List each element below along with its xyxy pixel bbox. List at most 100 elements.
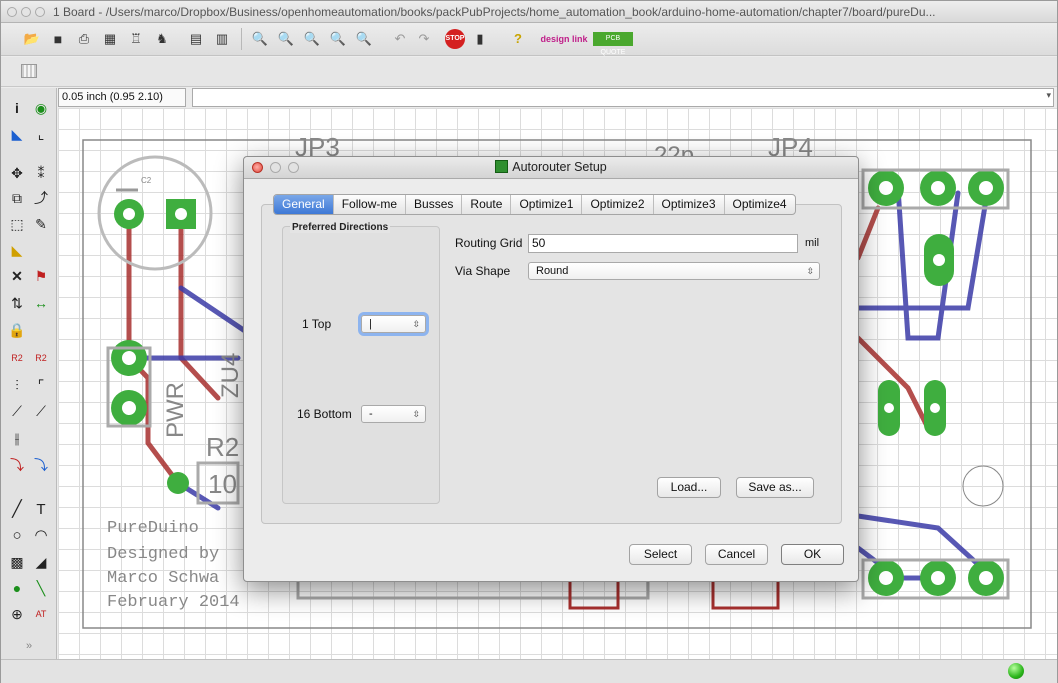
- layer-bottom-direction-select[interactable]: - ⇳: [361, 405, 426, 423]
- tab-optimize4[interactable]: Optimize4: [725, 195, 795, 214]
- change-icon[interactable]: ✎: [31, 214, 51, 234]
- script-icon[interactable]: ♞: [153, 30, 171, 48]
- lock-icon[interactable]: 🔒: [7, 320, 27, 340]
- layer-top-label: 1 Top: [302, 317, 332, 331]
- mark-icon[interactable]: ⌞: [31, 124, 51, 144]
- tab-optimize2[interactable]: Optimize2: [582, 195, 654, 214]
- copy-icon[interactable]: ⁑: [31, 163, 51, 183]
- select-button[interactable]: Select: [629, 544, 692, 565]
- pinswap-icon[interactable]: ⇅: [7, 293, 27, 313]
- routing-grid-label: Routing Grid: [455, 236, 523, 250]
- tab-optimize3[interactable]: Optimize3: [654, 195, 725, 214]
- run-icon[interactable]: ▤: [187, 30, 205, 48]
- stop-icon[interactable]: STOP: [445, 29, 465, 49]
- print-icon[interactable]: ⎙: [75, 30, 93, 48]
- zoom-in-icon[interactable]: 🔍: [277, 30, 295, 48]
- cancel-button[interactable]: Cancel: [705, 544, 768, 565]
- meander-icon[interactable]: ⟋: [31, 401, 51, 421]
- open-icon[interactable]: 📂: [23, 30, 41, 48]
- close-window-button[interactable]: [7, 6, 17, 17]
- dialog-title-bar: Autorouter Setup: [244, 157, 858, 179]
- label-pwr: PWR: [162, 382, 189, 438]
- via-shape-value: Round: [536, 265, 569, 277]
- signal-icon[interactable]: ╲: [31, 578, 51, 598]
- rect-icon[interactable]: ▩: [7, 552, 27, 572]
- grid-icon[interactable]: [21, 64, 37, 78]
- command-history-dropdown-icon[interactable]: ▾: [1046, 90, 1051, 101]
- display-icon[interactable]: ◣: [7, 124, 27, 144]
- autorouter-setup-dialog: Autorouter Setup General Follow-me Busse…: [243, 156, 859, 582]
- board-text-line2: Designed by: [107, 545, 219, 564]
- toolbar-separator: [241, 28, 242, 50]
- tab-busses[interactable]: Busses: [406, 195, 463, 214]
- optimize-icon[interactable]: ⟋: [7, 401, 27, 421]
- main-toolbar: 📂 ■ ⎙ ▦ ♖ ♞ ▤ ▥ 🔍 🔍 🔍 🔍 🔍 ↶ ↷ STOP ▮ ? d…: [1, 24, 1057, 56]
- layer-top-direction-value: |: [369, 318, 372, 330]
- go-icon[interactable]: ▮: [471, 30, 489, 48]
- value-icon[interactable]: R2: [31, 348, 51, 368]
- layer-bottom-label: 16 Bottom: [297, 407, 352, 421]
- board-text-line1: PureDuino: [107, 519, 199, 538]
- circle-icon[interactable]: ○: [7, 526, 27, 546]
- save-icon[interactable]: ■: [49, 30, 67, 48]
- tab-route[interactable]: Route: [462, 195, 512, 214]
- tab-follow-me[interactable]: Follow-me: [334, 195, 407, 214]
- route-icon[interactable]: ⫲: [7, 428, 27, 448]
- status-indicator-icon: [1008, 663, 1024, 679]
- load-button[interactable]: Load...: [657, 477, 721, 498]
- save-as-button[interactable]: Save as...: [736, 477, 814, 498]
- pcb-quote-icon[interactable]: PCB QUOTE: [593, 32, 633, 56]
- layer-top-direction-select[interactable]: | ⇳: [361, 315, 426, 333]
- autoroute-icon[interactable]: ⤵: [31, 455, 51, 475]
- smash-icon[interactable]: R2: [7, 348, 27, 368]
- via-icon[interactable]: ●: [7, 578, 27, 598]
- ok-button[interactable]: OK: [781, 544, 844, 565]
- paste-icon[interactable]: ◣: [7, 240, 27, 260]
- tab-optimize1[interactable]: Optimize1: [511, 195, 583, 214]
- help-icon[interactable]: ?: [509, 30, 527, 48]
- attribute-icon[interactable]: AT: [31, 604, 51, 624]
- routing-grid-input[interactable]: 50: [528, 234, 798, 253]
- ulp-icon[interactable]: ♖: [127, 30, 145, 48]
- arc-icon[interactable]: ◠: [31, 526, 51, 546]
- move-icon[interactable]: ✥: [7, 163, 27, 183]
- rotate-icon[interactable]: ⤴: [31, 188, 51, 208]
- designlink-icon[interactable]: design link: [539, 30, 589, 48]
- redraw-icon[interactable]: 🔍: [355, 30, 373, 48]
- replace-icon[interactable]: ↔: [31, 293, 51, 313]
- cam-icon[interactable]: ▦: [101, 30, 119, 48]
- show-icon[interactable]: ◉: [31, 98, 51, 118]
- undo-icon[interactable]: ↶: [391, 30, 409, 48]
- split-icon[interactable]: ⫶: [7, 375, 27, 395]
- command-toolbar: i ◉ ◣ ⌞ ✥ ⁑ ⧉ ⤴ ⬚ ✎ ◣ ✕ ⚑ ⇅ ↔ 🔒 R2 R2 ⫶ …: [1, 88, 57, 659]
- info-icon[interactable]: i: [7, 98, 27, 118]
- add-icon[interactable]: ⚑: [31, 266, 51, 286]
- zoom-out-icon[interactable]: 🔍: [303, 30, 321, 48]
- preferred-directions-title: Preferred Directions: [290, 222, 391, 233]
- zoom-fit-icon[interactable]: 🔍: [251, 30, 269, 48]
- select-arrows-icon: ⇳: [412, 319, 420, 329]
- mirror-icon[interactable]: ⧉: [7, 188, 27, 208]
- wire-icon[interactable]: ╱: [7, 500, 27, 520]
- cam-processor-icon[interactable]: ▥: [213, 30, 231, 48]
- zoom-window-button[interactable]: [35, 6, 45, 17]
- delete-icon[interactable]: ✕: [7, 266, 27, 286]
- text-icon[interactable]: T: [31, 500, 51, 520]
- via-shape-select[interactable]: Round ⇳: [528, 262, 820, 280]
- zoom-select-icon[interactable]: 🔍: [329, 30, 347, 48]
- hole-icon[interactable]: ⊕: [7, 604, 27, 624]
- polygon-icon[interactable]: ◢: [31, 552, 51, 572]
- command-line-input[interactable]: ▾: [192, 88, 1054, 107]
- pad: [167, 472, 189, 494]
- miter-icon[interactable]: ⌜: [31, 375, 51, 395]
- ripup-icon[interactable]: ⤵: [7, 455, 27, 475]
- minimize-window-button[interactable]: [21, 6, 31, 17]
- tab-general[interactable]: General: [274, 195, 334, 214]
- eagle-board-window: 1 Board - /Users/marco/Dropbox/Business/…: [0, 0, 1058, 683]
- parameter-toolbar: [1, 57, 1057, 87]
- group-icon[interactable]: ⬚: [7, 214, 27, 234]
- expand-toolbar-icon[interactable]: »: [19, 636, 39, 656]
- label-r2-value: 10: [208, 469, 237, 499]
- routing-grid-unit: mil: [805, 237, 820, 249]
- redo-icon[interactable]: ↷: [415, 30, 433, 48]
